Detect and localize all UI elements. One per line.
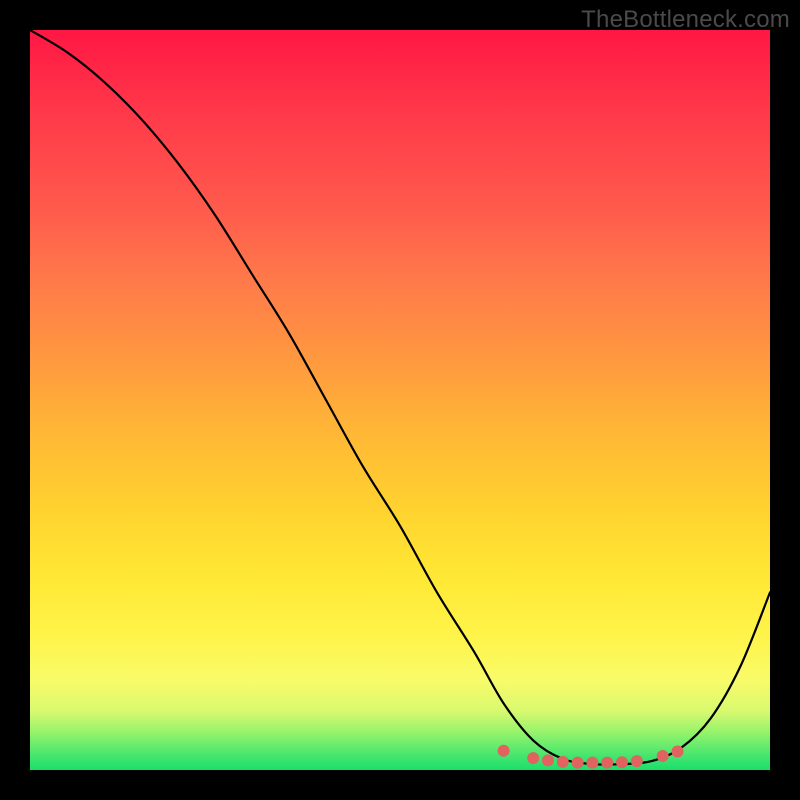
highlight-dot [657,750,669,762]
highlight-dot [586,757,598,769]
plot-area [30,30,770,770]
highlight-dot [572,757,584,769]
highlight-dots-group [498,745,684,769]
highlight-dot [631,755,643,767]
highlight-dot [672,746,684,758]
highlight-dot [601,757,613,769]
highlight-dot [527,752,539,764]
chart-svg [30,30,770,770]
chart-frame: TheBottleneck.com [0,0,800,800]
highlight-dot [542,754,554,766]
curve-path [30,30,770,765]
highlight-dot [557,756,569,768]
highlight-dot [616,756,628,768]
highlight-dot [498,745,510,757]
